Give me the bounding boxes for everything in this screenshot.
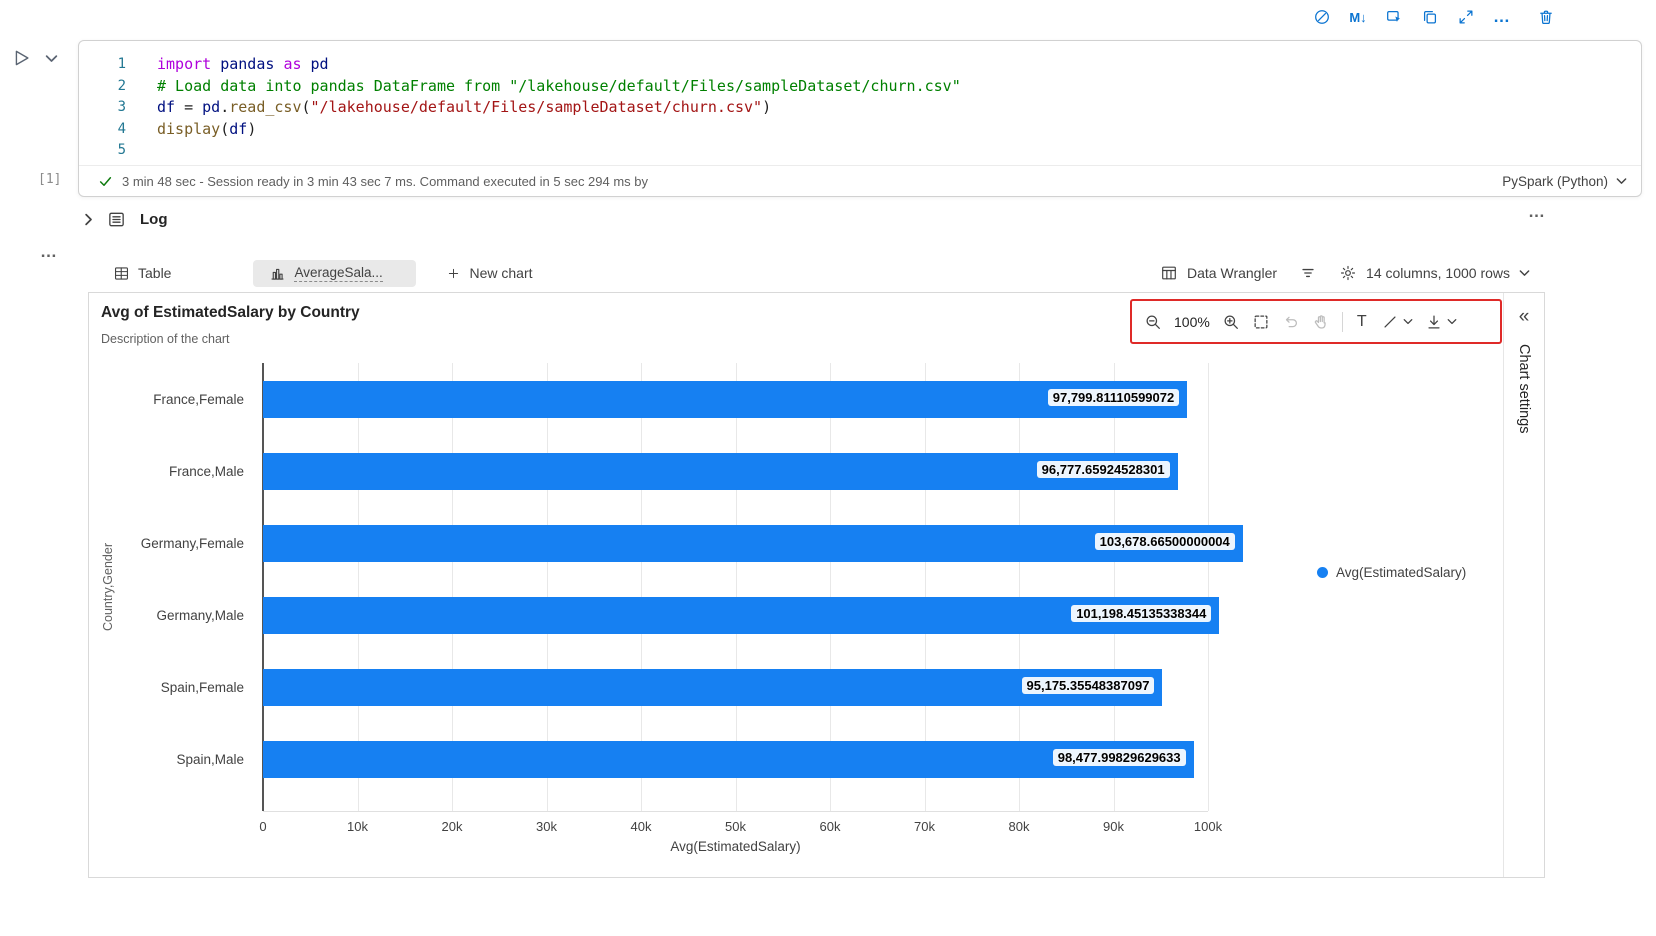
code-line[interactable]: 5 (79, 140, 1641, 162)
log-section-header[interactable]: Log (84, 205, 168, 233)
x-tick-label: 20k (422, 819, 482, 834)
data-wrangler-label: Data Wrangler (1187, 265, 1277, 281)
cell-status-bar: 3 min 48 sec - Session ready in 3 min 43… (79, 165, 1641, 196)
code-lines[interactable]: 1import pandas as pd2# Load data into pa… (79, 41, 1641, 162)
kernel-selector[interactable]: PySpark (Python) (1502, 174, 1627, 189)
column-chart-icon (269, 265, 286, 282)
move-cell-icon[interactable] (1384, 7, 1404, 27)
copilot-icon[interactable] (1312, 7, 1332, 27)
bar-value-label: 98,477.99829629633 (1053, 749, 1186, 766)
log-more-icon[interactable]: … (1528, 202, 1546, 222)
duplicate-cell-icon[interactable] (1420, 7, 1440, 27)
new-chart-button[interactable]: New chart (436, 259, 542, 287)
chevron-down-icon (1519, 269, 1530, 277)
notebook-app: M↓ … 1import pandas as pd2# Load data in… (0, 0, 1656, 936)
expand-chevron-icon[interactable] (84, 213, 93, 226)
x-tick-label: 90k (1084, 819, 1144, 834)
code-cell: 1import pandas as pd2# Load data into pa… (78, 40, 1642, 197)
y-category-label: France,Female (153, 392, 244, 407)
code-line[interactable]: 1import pandas as pd (79, 54, 1641, 76)
bar-value-label: 96,777.65924528301 (1037, 461, 1170, 478)
line-number: 5 (79, 140, 126, 162)
chevron-down-icon (1616, 177, 1627, 185)
log-label: Log (140, 211, 168, 228)
y-category-label: Spain,Male (176, 752, 244, 767)
success-check-icon (98, 174, 113, 189)
execution-status-text: 3 min 48 sec - Session ready in 3 min 43… (122, 174, 648, 189)
code-line[interactable]: 2# Load data into pandas DataFrame from … (79, 76, 1641, 98)
bar-value-label: 95,175.35548387097 (1022, 677, 1155, 694)
plot-area: 0 10k 20k 30k 40k 50k 60k 70k 80k 90k 100k 97,799.8… (89, 293, 1544, 877)
data-wrangler-icon (1160, 264, 1178, 282)
x-axis-line (263, 811, 1208, 812)
new-chart-label: New chart (469, 265, 532, 281)
legend-label: Avg(EstimatedSalary) (1336, 565, 1466, 580)
chart-card: Avg of EstimatedSalary by Country Descri… (88, 292, 1545, 878)
chart-legend[interactable]: Avg(EstimatedSalary) (1317, 565, 1466, 580)
log-icon (107, 210, 126, 229)
y-category-label: Spain,Female (161, 680, 244, 695)
run-options-chevron-icon[interactable] (45, 54, 58, 63)
y-category-label: Germany,Female (141, 536, 244, 551)
table-info-label: 14 columns, 1000 rows (1366, 265, 1510, 281)
data-wrangler-button[interactable]: Data Wrangler (1160, 264, 1277, 282)
execution-count: [1] (38, 172, 61, 187)
y-category-label: France,Male (169, 464, 244, 479)
x-axis-title: Avg(EstimatedSalary) (263, 839, 1208, 854)
run-cell-button[interactable] (10, 47, 32, 69)
tab-table[interactable]: Table (103, 259, 181, 288)
output-tabs-right: Data Wrangler 14 columns, 1000 rows (1160, 264, 1545, 282)
x-tick-label: 40k (611, 819, 671, 834)
expand-cell-icon[interactable] (1456, 7, 1476, 27)
x-tick-label: 30k (517, 819, 577, 834)
line-number: 2 (79, 76, 126, 98)
tab-table-label: Table (138, 265, 171, 281)
table-icon (113, 265, 130, 282)
delete-cell-icon[interactable] (1536, 7, 1556, 27)
bar-value-label: 97,799.81110599072 (1048, 389, 1179, 406)
bar-value-label: 101,198.45135338344 (1071, 605, 1211, 622)
plus-icon (446, 266, 461, 281)
kernel-label: PySpark (Python) (1502, 174, 1608, 189)
y-axis-title: Country,Gender (101, 543, 115, 631)
more-options-icon[interactable]: … (1492, 7, 1512, 27)
x-tick-label: 60k (800, 819, 860, 834)
line-number: 4 (79, 119, 126, 141)
code-line[interactable]: 3df = pd.read_csv("/lakehouse/default/Fi… (79, 97, 1641, 119)
line-number: 3 (79, 97, 126, 119)
y-category-label: Germany,Male (156, 608, 244, 623)
x-tick-label: 70k (895, 819, 955, 834)
cell-toolbar: M↓ … (1312, 7, 1556, 27)
x-tick-label: 80k (989, 819, 1049, 834)
table-info-dropdown[interactable]: 14 columns, 1000 rows (1339, 264, 1530, 282)
x-tick-label: 0 (233, 819, 293, 834)
tab-chart-label: AverageSala... (294, 265, 382, 282)
line-number: 1 (79, 54, 126, 76)
code-line[interactable]: 4display(df) (79, 119, 1641, 141)
x-tick-label: 100k (1178, 819, 1238, 834)
bar-value-label: 103,678.66500000004 (1095, 533, 1235, 550)
x-tick-label: 50k (706, 819, 766, 834)
output-more-icon[interactable]: … (40, 242, 58, 262)
markdown-icon[interactable]: M↓ (1348, 7, 1368, 27)
gear-icon (1339, 264, 1357, 282)
tab-chart-averagesalary[interactable]: AverageSala... (253, 260, 416, 287)
x-tick-label: 10k (328, 819, 388, 834)
legend-marker (1317, 567, 1328, 578)
gridline (1208, 363, 1209, 811)
output-tabs: Table AverageSala... New chart Data Wran… (88, 255, 1545, 291)
filter-icon[interactable] (1299, 264, 1317, 282)
run-controls (10, 47, 58, 69)
